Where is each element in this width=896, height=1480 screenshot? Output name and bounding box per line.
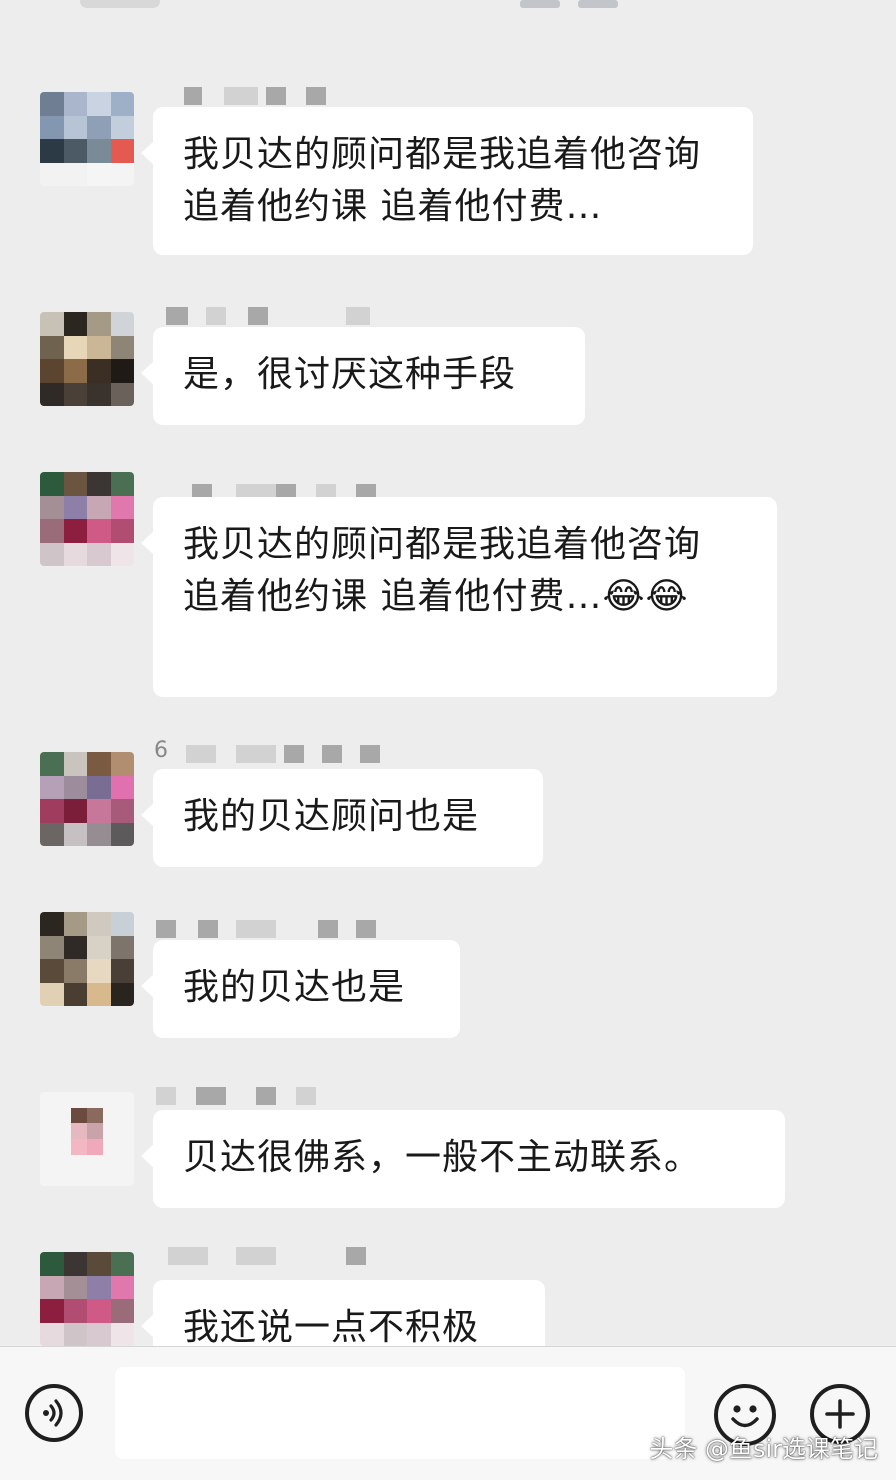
message-bubble[interactable]: 是，很讨厌这种手段 bbox=[141, 327, 585, 425]
voice-icon bbox=[43, 1399, 63, 1427]
top-bar bbox=[0, 0, 896, 36]
message-bubble[interactable]: 我的贝达也是 bbox=[141, 940, 460, 1038]
avatar[interactable] bbox=[40, 1092, 134, 1186]
watermark: 头条 @鱼sir选课笔记 bbox=[649, 1435, 878, 1463]
avatar[interactable] bbox=[40, 472, 134, 566]
message-text: 我贝达的顾问都是我追着他咨询 追着他约课 追着他付费… bbox=[183, 134, 702, 227]
message-text: 贝达很佛系，一般不主动联系。 bbox=[183, 1137, 702, 1178]
top-bar-fragment bbox=[520, 0, 560, 8]
avatar[interactable] bbox=[40, 92, 134, 186]
top-bar-fragment bbox=[80, 0, 160, 8]
message-bubble[interactable]: 贝达很佛系，一般不主动联系。 bbox=[141, 1110, 785, 1208]
message-bubble[interactable]: 我贝达的顾问都是我追着他咨询 追着他约课 追着他付费…😂😂 bbox=[141, 497, 777, 697]
message-bubble[interactable]: 我还说一点不积极 bbox=[141, 1280, 545, 1346]
voice-button[interactable] bbox=[25, 1384, 83, 1442]
chat-input-bar: 头条 @鱼sir选课笔记 bbox=[0, 1346, 896, 1480]
avatar[interactable] bbox=[40, 752, 134, 846]
message-text: 我还说一点不积极 bbox=[183, 1307, 480, 1346]
avatar[interactable] bbox=[40, 912, 134, 1006]
message-input[interactable] bbox=[115, 1367, 685, 1459]
message-text: 是，很讨厌这种手段 bbox=[183, 354, 517, 395]
message-text: 我的贝达也是 bbox=[183, 967, 406, 1008]
avatar[interactable] bbox=[40, 312, 134, 406]
top-bar-fragment bbox=[578, 0, 618, 8]
message-text: 我的贝达顾问也是 bbox=[183, 796, 480, 837]
nickname-text: 6 bbox=[154, 738, 168, 763]
avatar[interactable] bbox=[40, 1252, 134, 1346]
laughing-emoji-icon: 😂😂 bbox=[602, 576, 689, 617]
message-bubble[interactable]: 我贝达的顾问都是我追着他咨询 追着他约课 追着他付费… bbox=[141, 107, 753, 255]
chat-message-list[interactable]: 我贝达的顾问都是我追着他咨询 追着他约课 追着他付费… 是，很讨厌这种手段 我贝… bbox=[0, 36, 896, 1346]
message-bubble[interactable]: 我的贝达顾问也是 bbox=[141, 769, 543, 867]
